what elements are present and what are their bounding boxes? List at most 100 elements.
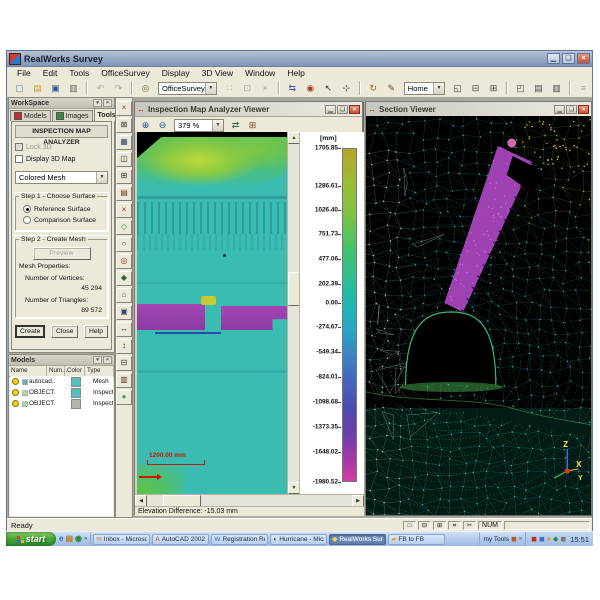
tool-button[interactable]: ◎ <box>116 254 132 269</box>
taskbar-task-hurricane-micro[interactable]: ◐Hurricane - Micro... <box>270 534 327 545</box>
panel-close-button[interactable]: × <box>103 99 112 107</box>
new-icon[interactable]: ▢ <box>11 80 28 96</box>
taskbar-task-inbox-microsof[interactable]: ✉Inbox - Microsof... <box>93 534 150 545</box>
tool-button[interactable]: ◇ <box>116 220 132 235</box>
close-icon[interactable]: × <box>578 105 589 114</box>
visibility-bulb-icon[interactable] <box>12 400 19 407</box>
reference-surface-radio[interactable]: Reference Surface <box>23 205 104 213</box>
map-horizontal-scrollbar[interactable]: ◀ ▶ <box>135 494 364 506</box>
measure-icon[interactable]: ⇆ <box>284 80 301 96</box>
panel-pin-button[interactable]: ▾ <box>93 356 102 364</box>
comparison-surface-radio[interactable]: Comparison Surface <box>23 216 104 224</box>
open-icon[interactable]: ▤ <box>29 80 46 96</box>
section-viewer-titlebar[interactable]: ↔ Section Viewer ▁ ❏ × <box>366 102 591 117</box>
chevron-right-icon[interactable]: » <box>84 536 87 542</box>
tool-button[interactable]: × <box>116 101 132 116</box>
zoom-out-icon[interactable]: ⊖ <box>154 117 171 133</box>
taskbar-task-registration-rep[interactable]: WRegistration Rep... <box>211 534 268 545</box>
chevron-down-icon[interactable]: ▼ <box>96 172 107 183</box>
minimize-button[interactable]: ▁ <box>325 105 336 114</box>
tray-icon-5[interactable]: ◼ <box>560 535 566 544</box>
arrange-icon[interactable]: ▤ <box>530 80 547 96</box>
column-color[interactable]: Color <box>65 366 85 376</box>
column-name[interactable]: Name <box>9 366 47 376</box>
save-icon[interactable]: ▣ <box>47 80 64 96</box>
tool-button[interactable]: ▥ <box>116 373 132 388</box>
tab-images[interactable]: Images <box>52 110 93 121</box>
tool-button[interactable]: ● <box>116 390 132 405</box>
tool-button[interactable]: ▤ <box>116 186 132 201</box>
chevron-right-icon[interactable]: » <box>519 536 522 542</box>
quicklaunch-show-desktop-icon[interactable]: ▤ <box>65 534 73 544</box>
column-type[interactable]: Type <box>85 366 114 376</box>
chevron-down-icon[interactable]: ▼ <box>205 83 216 94</box>
undo-icon[interactable]: ↶ <box>92 80 109 96</box>
display-3d-map-checkbox[interactable]: Display 3D Map <box>15 155 108 163</box>
zoom-in-icon[interactable]: ⊕ <box>137 117 154 133</box>
mesh-type-combo[interactable]: Colored Mesh ▼ <box>15 171 108 184</box>
fence-icon[interactable]: ⊡ <box>239 80 256 96</box>
officesurvey-combo[interactable]: OfficeSurvey ▼ <box>158 82 217 95</box>
restore-button[interactable]: ❏ <box>566 105 577 114</box>
menu-display[interactable]: Display <box>156 68 196 78</box>
tray-icon-2[interactable]: ◼ <box>539 535 545 544</box>
rotate-view-icon[interactable]: ↻ <box>365 80 382 96</box>
tool-button[interactable]: ▣ <box>116 305 132 320</box>
taskbar-task-fb-to-fb[interactable]: ▰FB to FB <box>388 534 445 545</box>
tool-button[interactable]: ⊠ <box>116 118 132 133</box>
restore-button[interactable]: ❏ <box>562 53 575 64</box>
restore-button[interactable]: ❏ <box>337 105 348 114</box>
title-bar[interactable]: RealWorks Survey ▁ ❏ × <box>7 51 592 67</box>
visibility-bulb-icon[interactable] <box>12 389 19 396</box>
chevron-down-icon[interactable]: ▼ <box>433 83 444 94</box>
grid-icon[interactable]: ⊞ <box>244 117 261 133</box>
annotate-icon[interactable]: ◉ <box>302 80 319 96</box>
cut-icon[interactable]: × <box>257 80 274 96</box>
target-icon[interactable]: ◎ <box>137 80 154 96</box>
pan-icon[interactable]: ↖ <box>320 80 337 96</box>
minimize-button[interactable]: ▁ <box>547 53 560 64</box>
refresh-icon[interactable]: ≡ <box>575 80 592 96</box>
column-num[interactable]: Num... <box>47 366 65 376</box>
tray-icon-1[interactable]: ◼ <box>531 535 537 544</box>
visibility-bulb-icon[interactable] <box>12 378 19 385</box>
tool-button[interactable]: ▦ <box>116 135 132 150</box>
tab-models[interactable]: Models <box>10 110 51 121</box>
zoom-level-combo[interactable]: 379 % ▼ <box>174 119 224 132</box>
tile-vertical-icon[interactable]: ⊞ <box>485 80 502 96</box>
full-screen-icon[interactable]: ▥ <box>548 80 565 96</box>
taskbar-task-autocad-2002[interactable]: AAutoCAD 2002 <box>152 534 209 545</box>
mytools-toolbar[interactable]: my Tools ◼ » <box>479 533 525 545</box>
redo-icon[interactable]: ↷ <box>110 80 127 96</box>
tool-button[interactable]: ⊞ <box>116 169 132 184</box>
preview-button[interactable]: Preview <box>33 247 91 260</box>
inspection-map[interactable]: 1200.00 mm <box>137 132 287 494</box>
tool-button[interactable]: × <box>116 203 132 218</box>
tray-icon-3[interactable]: ● <box>547 535 551 544</box>
tile-horizontal-icon[interactable]: ⊟ <box>467 80 484 96</box>
menu-help[interactable]: Help <box>281 68 310 78</box>
tool-button[interactable]: ⊟ <box>116 356 132 371</box>
taskbar-task-realworks-survey[interactable]: ◆RealWorks Survey <box>329 534 386 545</box>
menu-edit[interactable]: Edit <box>37 68 64 78</box>
zoom-extents-icon[interactable]: ⊹ <box>338 80 355 96</box>
menu-file[interactable]: File <box>11 68 37 78</box>
tool-button[interactable]: ◆ <box>116 271 132 286</box>
menu-window[interactable]: Window <box>239 68 281 78</box>
menu-officesurvey[interactable]: OfficeSurvey <box>95 68 156 78</box>
model-row[interactable]: ▦autocad...Mesh <box>10 376 113 387</box>
tool-button[interactable]: ○ <box>116 237 132 252</box>
panel-pin-button[interactable]: ▾ <box>93 99 102 107</box>
close-icon[interactable]: × <box>349 105 360 114</box>
panel-close-button[interactable]: × <box>103 356 112 364</box>
swap-axes-icon[interactable]: ⇄ <box>227 117 244 133</box>
tool-button[interactable]: ◫ <box>116 152 132 167</box>
model-row[interactable]: ▧OBJECT...Inspectio... <box>10 398 113 409</box>
pick-points-icon[interactable]: ∷ <box>221 80 238 96</box>
map-vertical-scrollbar[interactable]: ▲ ▼ <box>287 132 299 494</box>
close-button[interactable]: × <box>577 53 590 64</box>
help-button[interactable]: Help <box>84 325 108 338</box>
start-button[interactable]: start <box>6 532 56 546</box>
tool-button[interactable]: ⌂ <box>116 288 132 303</box>
edit-icon[interactable]: ✎ <box>383 80 400 96</box>
